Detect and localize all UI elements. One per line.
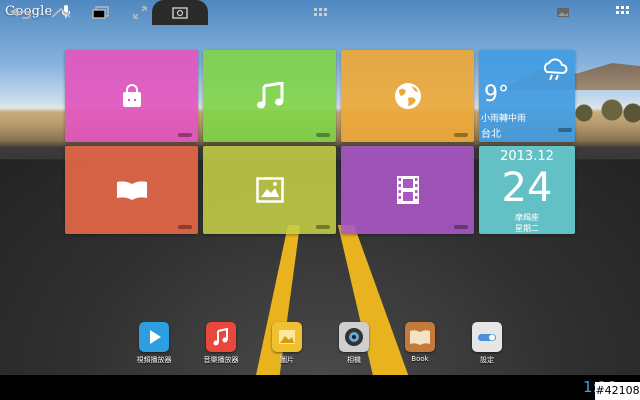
home-icon[interactable] <box>50 6 72 19</box>
dock-app-settings[interactable]: 設定 <box>459 322 515 365</box>
all-apps-icon[interactable] <box>616 6 630 18</box>
calendar-day: 24 <box>501 165 553 211</box>
tile-resize-icon <box>454 133 468 137</box>
gallery-tile[interactable] <box>203 146 336 234</box>
settings-icon <box>472 322 502 352</box>
dock-app-gallery[interactable]: 圖片 <box>259 322 315 365</box>
rain-cloud-icon <box>543 58 568 81</box>
dock-label: 相機 <box>347 356 361 364</box>
music-tile[interactable] <box>203 50 336 142</box>
play-store-tile[interactable] <box>65 50 198 142</box>
gallery-icon <box>272 322 302 352</box>
weather-city: 台北 <box>481 129 501 140</box>
navigation-bar <box>0 375 640 400</box>
calendar-weekday: 星期二 <box>515 224 539 233</box>
dock-label: 設定 <box>480 356 494 364</box>
dock-app-music-player[interactable]: 音樂播放器 <box>193 322 249 365</box>
dock-label: 視頻播放器 <box>136 356 172 364</box>
tile-resize-icon <box>454 225 468 229</box>
browser-tile[interactable] <box>341 50 474 142</box>
tile-resize-icon <box>316 225 330 229</box>
calendar-year-month: 2013.12 <box>500 149 554 164</box>
camera-icon <box>339 322 369 352</box>
tile-resize-icon <box>558 128 572 132</box>
film-strip-icon <box>396 176 419 204</box>
video-player-icon <box>139 322 169 352</box>
book-icon <box>405 322 435 352</box>
globe-icon <box>394 83 421 109</box>
open-book-icon <box>116 181 147 200</box>
music-player-icon <box>206 322 236 352</box>
picture-icon <box>255 177 284 203</box>
back-icon[interactable] <box>10 6 32 19</box>
dock-label: 圖片 <box>280 356 294 364</box>
watermark-label: #42108 <box>595 382 640 400</box>
music-note-icon <box>256 82 283 109</box>
shopping-bag-icon <box>122 84 141 107</box>
dock-label: 音樂播放器 <box>203 356 239 364</box>
tile-resize-icon <box>178 133 192 137</box>
dock-app-video-player[interactable]: 視頻播放器 <box>126 322 182 365</box>
notification-image-icon[interactable] <box>556 6 570 19</box>
recent-apps-icon[interactable] <box>92 6 110 19</box>
weather-description: 小雨轉中雨 <box>481 114 527 124</box>
video-tile[interactable] <box>341 146 474 234</box>
app-drawer-icon[interactable] <box>313 6 327 19</box>
book-tile[interactable] <box>65 146 198 234</box>
weather-temperature: 9° <box>484 82 509 107</box>
screenshot-icon[interactable] <box>172 6 188 19</box>
tile-resize-icon <box>316 133 330 137</box>
tile-resize-icon <box>178 225 192 229</box>
dock-app-camera[interactable]: 相機 <box>326 322 382 365</box>
dock-app-book[interactable]: Book <box>392 322 448 363</box>
dock-label: Book <box>411 355 429 363</box>
wallpaper-bushes <box>570 95 640 125</box>
calendar-zodiac: 摩羯座 <box>515 213 539 222</box>
expand-icon[interactable] <box>133 6 147 19</box>
